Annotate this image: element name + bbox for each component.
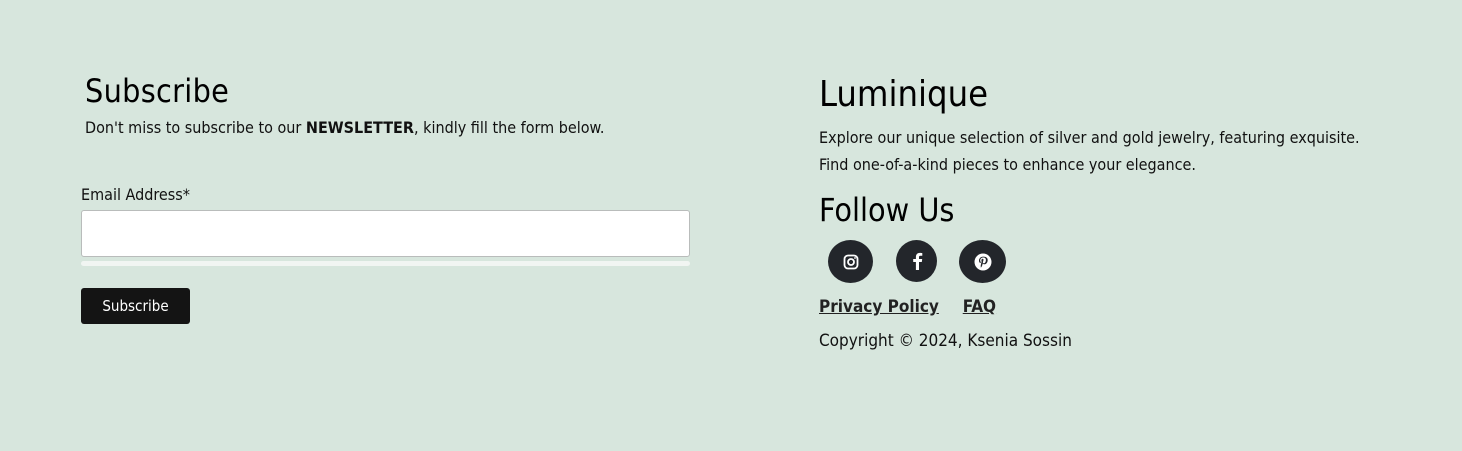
brand-description-line: Explore our unique selection of silver a… [819,128,1360,147]
instagram-link[interactable] [828,240,873,283]
privacy-policy-link[interactable]: Privacy Policy [819,297,939,317]
subscribe-button[interactable]: Subscribe [81,288,190,324]
subscribe-intro: Don't miss to subscribe to our NEWSLETTE… [85,117,691,139]
brand-description-line: Find one-of-a-kind pieces to enhance you… [819,155,1196,174]
subscribe-form: Email Address* Subscribe [81,184,691,324]
intro-text-end: , kindly fill the form below. [413,118,605,137]
intro-text-start: Don't miss to subscribe to our [85,118,306,137]
copyright-text: Copyright © 2024, Ksenia Sossin [819,331,1072,351]
pinterest-icon [974,253,991,270]
footer-links: Privacy Policy FAQ [819,295,1419,319]
email-field-underbar [81,261,690,266]
facebook-link[interactable] [896,240,937,282]
email-field[interactable] [81,210,690,257]
social-links [819,240,1419,286]
brand-name: Luminique [819,74,989,115]
brand-section: Luminique Explore our unique selection o… [819,72,1419,352]
instagram-icon [843,254,858,269]
newsletter-section: Subscribe Don't miss to subscribe to our… [81,70,691,324]
subscribe-heading: Subscribe [85,72,230,110]
follow-us-heading: Follow Us [819,191,955,229]
intro-newsletter-emphasis: NEWSLETTER [305,118,414,137]
brand-description: Explore our unique selection of silver a… [819,124,1419,178]
pinterest-link[interactable] [959,240,1006,283]
faq-link[interactable]: FAQ [963,297,996,317]
facebook-icon [912,252,922,270]
email-label: Email Address* [81,185,190,204]
